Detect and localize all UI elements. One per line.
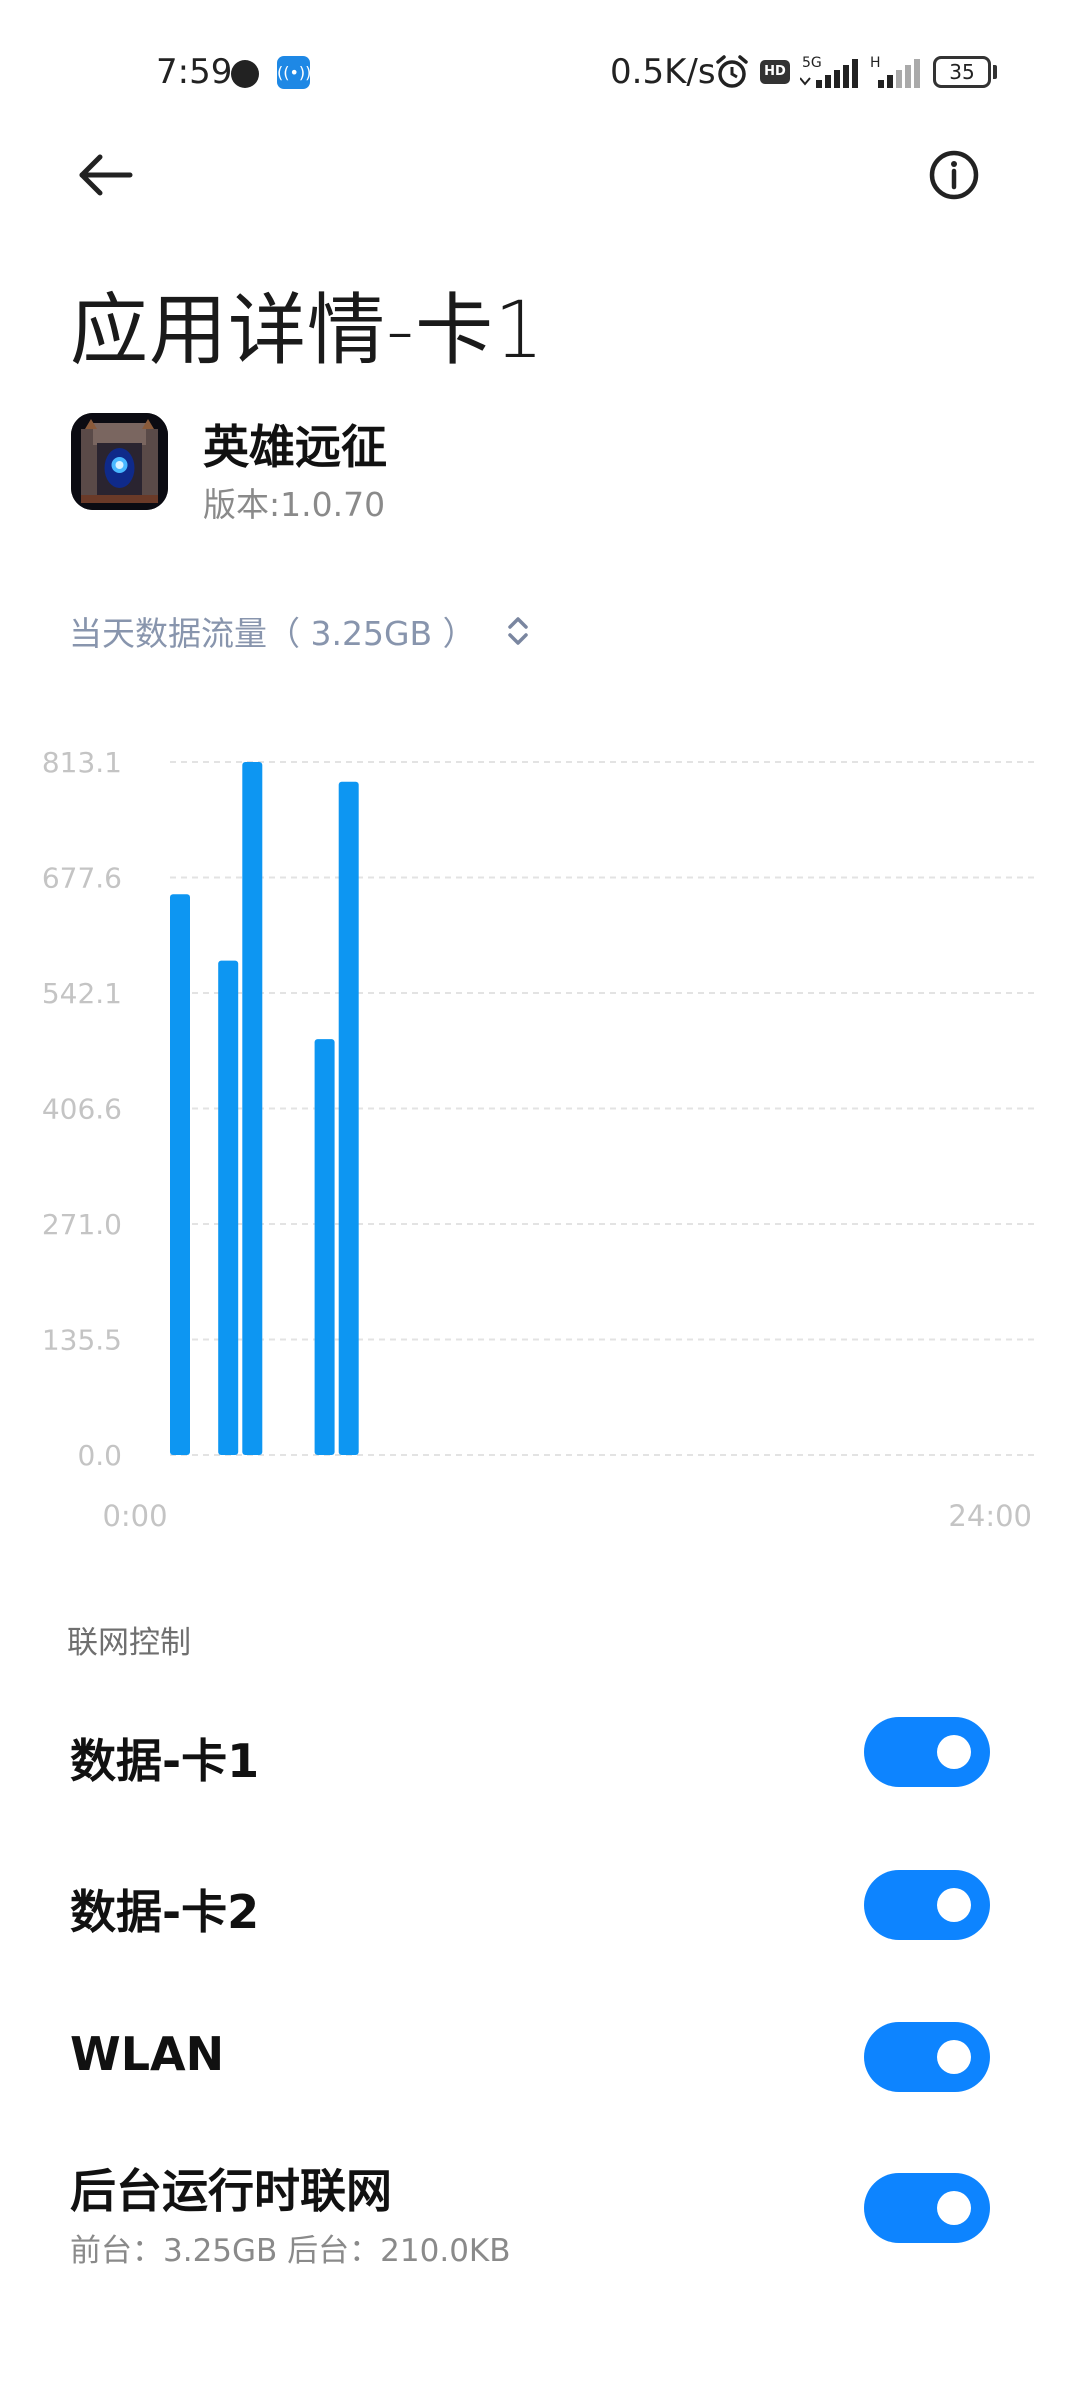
app-version: 版本:1.0.70 [203, 485, 386, 524]
info-button[interactable] [926, 147, 982, 203]
y-tick-label: 677.6 [42, 861, 122, 894]
data-usage-label: 当天数据流量（ 3.25GB ） [69, 614, 476, 653]
chart-bar-hour-0 [170, 894, 190, 1455]
toggle-knob [937, 1735, 971, 1769]
back-button[interactable] [70, 145, 140, 205]
toggle-label-data-sim1: 数据-卡1 [70, 1734, 260, 1788]
chart-bar-hour-2 [218, 960, 239, 1455]
hd-icon: HD [760, 60, 790, 84]
page-title: 应用详情-卡1 [70, 286, 545, 376]
battery-tip [993, 65, 997, 79]
toggle-row-data-sim1[interactable]: 数据-卡1 [0, 1692, 1080, 1812]
toggle-data-sim1[interactable] [864, 1717, 990, 1787]
toggle-label-background-network: 后台运行时联网 [70, 2164, 392, 2218]
chart-bar-hour-6 [314, 1039, 335, 1455]
chevron-up-down-icon [507, 617, 528, 645]
data-usage-selector[interactable]: 当天数据流量（ 3.25GB ） [69, 606, 532, 656]
y-tick-label: 0.0 [77, 1439, 122, 1472]
toggle-wlan[interactable] [864, 2022, 990, 2092]
signal-h-icon: H [870, 55, 920, 88]
y-tick-label: 135.5 [42, 1324, 122, 1357]
toggle-label-wlan: WLAN [70, 2027, 225, 2081]
arrow-left-icon [79, 154, 133, 196]
x-tick-label: 0:00 [102, 1499, 167, 1533]
toggle-data-sim2[interactable] [864, 1870, 990, 1940]
clock-dot-icon [231, 60, 259, 88]
status-bar: 7:59 ((•)) 0.5K/s HD 5G H 35 [0, 0, 1080, 120]
network-speed: 0.5K/s [610, 52, 716, 92]
y-tick-label: 542.1 [42, 977, 122, 1010]
signal-5g-icon: 5G [800, 55, 858, 88]
toggle-knob [937, 1888, 971, 1922]
app-icon [71, 413, 168, 510]
battery-icon: 35 [933, 56, 991, 88]
chart-bar-hour-3 [242, 762, 263, 1455]
y-tick-label: 271.0 [42, 1208, 122, 1241]
background-usage-detail: 前台：3.25GB 后台：210.0KB [70, 2233, 511, 2269]
signal-5g-label: 5G [802, 55, 822, 71]
x-tick-label: 24:00 [948, 1499, 1032, 1533]
toggle-row-background-network[interactable]: 后台运行时联网 前台：3.25GB 后台：210.0KB [0, 2145, 1080, 2295]
toggle-label-data-sim2: 数据-卡2 [70, 1885, 260, 1939]
toggle-row-data-sim2[interactable]: 数据-卡2 [0, 1843, 1080, 1963]
network-control-title: 联网控制 [67, 1625, 191, 1661]
y-tick-label: 813.1 [42, 746, 122, 779]
info-circle-icon [929, 150, 979, 200]
chart-bar-hour-7 [338, 781, 359, 1455]
toggle-knob [937, 2191, 971, 2225]
alarm-icon [716, 55, 748, 88]
app-name: 英雄远征 [203, 420, 387, 474]
app-notification-icon: ((•)) [277, 56, 311, 89]
usage-bar-chart: 813.1 677.6 542.1 406.6 271.0 135.5 0.0 0:00 24:… [42, 746, 1035, 1533]
toggle-row-wlan[interactable]: WLAN [0, 1994, 1080, 2114]
status-time: 7:59 [156, 52, 233, 92]
signal-h-label: H [870, 55, 881, 71]
y-tick-label: 406.6 [42, 1092, 122, 1125]
toggle-background-network[interactable] [864, 2173, 990, 2243]
toggle-knob [937, 2040, 971, 2074]
